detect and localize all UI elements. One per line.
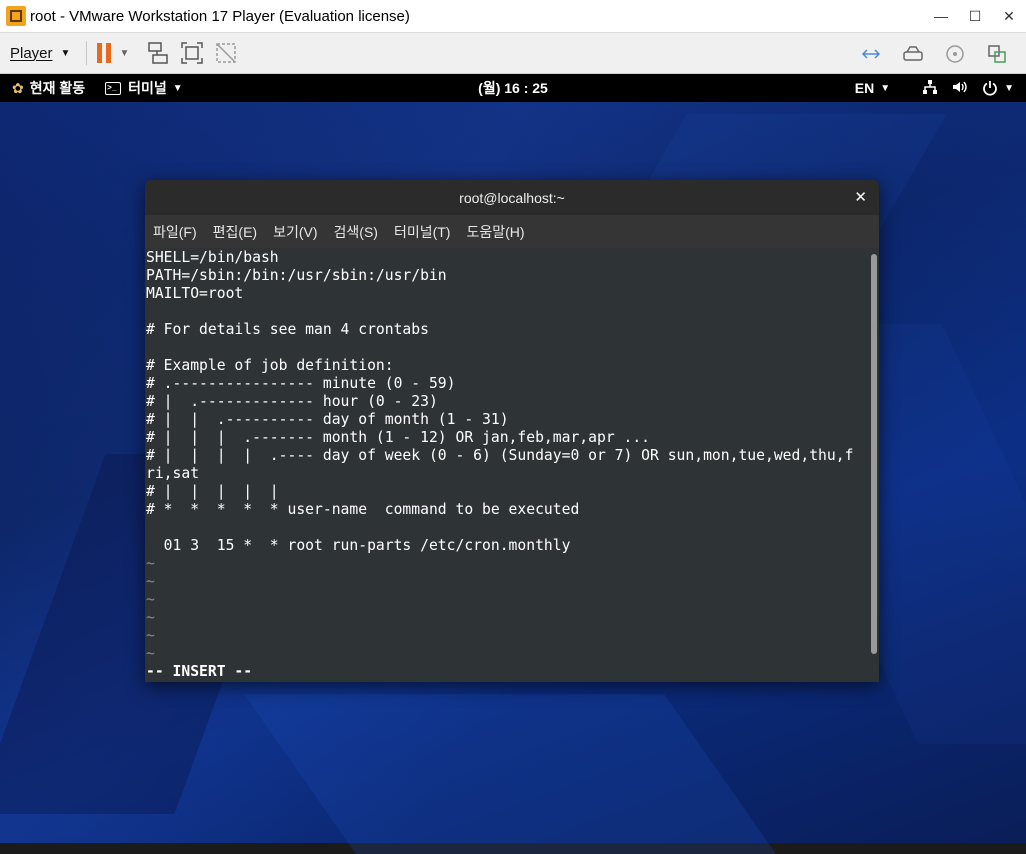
menu-edit[interactable]: 편집(E) bbox=[213, 222, 257, 242]
usb-device-icon[interactable] bbox=[982, 39, 1012, 69]
terminal-line: 01 3 15 * * root run-parts /etc/cron.mon… bbox=[146, 537, 571, 554]
system-tray: EN ▼ ▼ bbox=[855, 79, 1014, 98]
network-wired-icon[interactable] bbox=[922, 79, 938, 98]
chevron-down-icon: ▼ bbox=[1004, 82, 1014, 94]
empty-line-tilde: ~ bbox=[146, 555, 155, 572]
player-menu-label: Player bbox=[10, 44, 53, 62]
terminal-close-icon[interactable]: ✕ bbox=[854, 188, 867, 206]
maximize-button[interactable]: ☐ bbox=[958, 8, 992, 25]
chevron-down-icon: ▼ bbox=[172, 82, 183, 94]
activities-label: 현재 활동 bbox=[29, 80, 86, 96]
terminal-line: # | .------------- hour (0 - 23) bbox=[146, 393, 438, 410]
terminal-line: # | | | | | bbox=[146, 483, 279, 500]
menu-help[interactable]: 도움말(H) bbox=[466, 222, 524, 242]
terminal-window: root@localhost:~ ✕ 파일(F) 편집(E) 보기(V) 검색(… bbox=[145, 180, 879, 682]
empty-line-tilde: ~ bbox=[146, 573, 155, 590]
volume-icon[interactable] bbox=[952, 79, 968, 98]
menu-search[interactable]: 검색(S) bbox=[334, 222, 378, 242]
host-window-title: root - VMware Workstation 17 Player (Eva… bbox=[30, 7, 410, 25]
terminal-line: # | | | | .---- day of week (0 - 6) (Sun… bbox=[146, 447, 854, 464]
terminal-line: SHELL=/bin/bash bbox=[146, 249, 279, 266]
terminal-line: # .---------------- minute (0 - 59) bbox=[146, 375, 456, 392]
terminal-line: # For details see man 4 crontabs bbox=[146, 321, 429, 338]
empty-line-tilde: ~ bbox=[146, 645, 155, 662]
terminal-line: MAILTO=root bbox=[146, 285, 244, 302]
input-language-button[interactable]: EN ▼ bbox=[855, 80, 890, 96]
cd-dvd-icon[interactable] bbox=[940, 39, 970, 69]
send-ctrl-alt-del-icon[interactable] bbox=[143, 38, 173, 68]
gnome-top-bar: ✿ 현재 활동 >_ 터미널 ▼ (월) 16 : 25 EN ▼ ▼ bbox=[0, 74, 1026, 102]
vmware-logo-icon bbox=[6, 6, 26, 26]
host-toolbar: Player ▼ ▼ bbox=[0, 33, 1026, 74]
terminal-line: # | | .---------- day of month (1 - 31) bbox=[146, 411, 509, 428]
app-menu-label: 터미널 bbox=[128, 80, 167, 96]
gnome-foot-icon: ✿ bbox=[12, 79, 24, 96]
pause-dropdown-icon[interactable]: ▼ bbox=[119, 48, 129, 59]
terminal-menubar: 파일(F) 편집(E) 보기(V) 검색(S) 터미널(T) 도움말(H) bbox=[145, 215, 879, 249]
chevron-down-icon: ▼ bbox=[880, 82, 891, 94]
pause-icon[interactable] bbox=[97, 43, 112, 63]
terminal-line: ri,sat bbox=[146, 465, 200, 482]
minimize-button[interactable]: — bbox=[924, 8, 958, 24]
wallpaper-shard bbox=[243, 694, 777, 854]
language-label: EN bbox=[854, 80, 875, 96]
player-menu-button[interactable]: Player ▼ bbox=[10, 45, 70, 62]
activities-button[interactable]: ✿ 현재 활동 bbox=[12, 78, 85, 98]
close-button[interactable]: ✕ bbox=[992, 8, 1026, 25]
chevron-down-icon: ▼ bbox=[60, 47, 71, 59]
empty-line-tilde: ~ bbox=[146, 627, 155, 644]
terminal-line: PATH=/sbin:/bin:/usr/sbin:/usr/bin bbox=[146, 267, 447, 284]
toolbar-divider bbox=[86, 41, 88, 65]
power-icon[interactable]: ▼ bbox=[982, 80, 1014, 96]
menu-terminal[interactable]: 터미널(T) bbox=[394, 222, 451, 242]
terminal-scrollbar[interactable] bbox=[871, 254, 877, 654]
clock-button[interactable]: (월) 16 : 25 bbox=[478, 80, 548, 96]
terminal-output: SHELL=/bin/bash PATH=/sbin:/bin:/usr/sbi… bbox=[145, 248, 879, 681]
terminal-line: # * * * * * user-name command to be exec… bbox=[146, 501, 580, 518]
terminal-line: # | | | .------- month (1 - 12) OR jan,f… bbox=[146, 429, 651, 446]
app-menu-button[interactable]: >_ 터미널 ▼ bbox=[105, 78, 183, 98]
terminal-titlebar[interactable]: root@localhost:~ ✕ bbox=[145, 180, 879, 215]
vim-mode-status: -- INSERT -- bbox=[146, 663, 253, 680]
unity-mode-icon[interactable] bbox=[211, 38, 241, 68]
menu-view[interactable]: 보기(V) bbox=[273, 222, 317, 242]
terminal-title: root@localhost:~ bbox=[459, 189, 565, 206]
terminal-icon: >_ bbox=[105, 81, 122, 95]
menu-file[interactable]: 파일(F) bbox=[153, 222, 197, 242]
empty-line-tilde: ~ bbox=[146, 591, 155, 608]
empty-line-tilde: ~ bbox=[146, 609, 155, 626]
network-adapter-icon[interactable] bbox=[856, 39, 886, 69]
terminal-body[interactable]: SHELL=/bin/bash PATH=/sbin:/bin:/usr/sbi… bbox=[145, 248, 879, 682]
hard-disk-icon[interactable] bbox=[898, 39, 928, 69]
terminal-line: # Example of job definition: bbox=[146, 357, 394, 374]
fullscreen-icon[interactable] bbox=[177, 38, 207, 68]
host-title-bar: root - VMware Workstation 17 Player (Eva… bbox=[0, 0, 1026, 33]
